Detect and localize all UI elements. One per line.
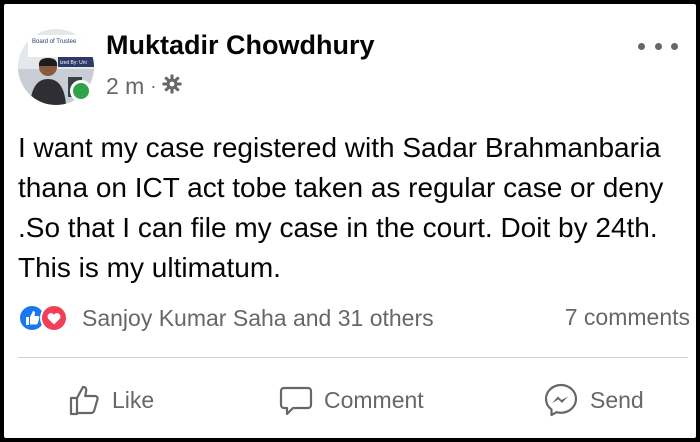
online-status-dot [70,80,92,102]
reactions-bar[interactable]: Sanjoy Kumar Saha and 31 others [18,302,434,334]
messenger-icon [544,383,578,417]
send-button[interactable]: Send [542,380,644,420]
comments-count[interactable]: 7 comments [565,304,690,331]
love-reaction-icon [40,304,68,332]
comment-label: Comment [324,386,424,413]
reactions-summary[interactable]: Sanjoy Kumar Saha and 31 others [82,305,434,332]
more-dot [671,42,678,50]
more-options-button[interactable] [638,34,678,58]
divider [18,357,688,358]
post-time[interactable]: 2 m [106,73,144,100]
thumbs-up-icon [69,385,99,416]
author-name[interactable]: Muktadir Chowdhury [106,30,375,61]
post-card: Board of Trustee ized By: Uni Muktadir C… [4,4,696,438]
comment-button[interactable]: Comment [278,380,424,420]
send-label: Send [590,386,644,413]
gear-icon[interactable] [162,73,182,100]
avatar-banner-text-2: ized By: Uni [60,60,87,66]
like-label: Like [112,386,155,413]
reaction-icons [18,304,78,332]
post-text: I want my case registered with Sadar Bra… [18,132,664,283]
more-dot [654,42,662,50]
more-dot [638,42,645,50]
comment-bubble-icon [279,386,313,416]
like-button[interactable]: Like [66,380,154,420]
meta-separator: · [150,75,157,96]
avatar-banner-text-1: Board of Trustee [32,39,77,45]
post-meta: 2 m · [106,72,182,100]
